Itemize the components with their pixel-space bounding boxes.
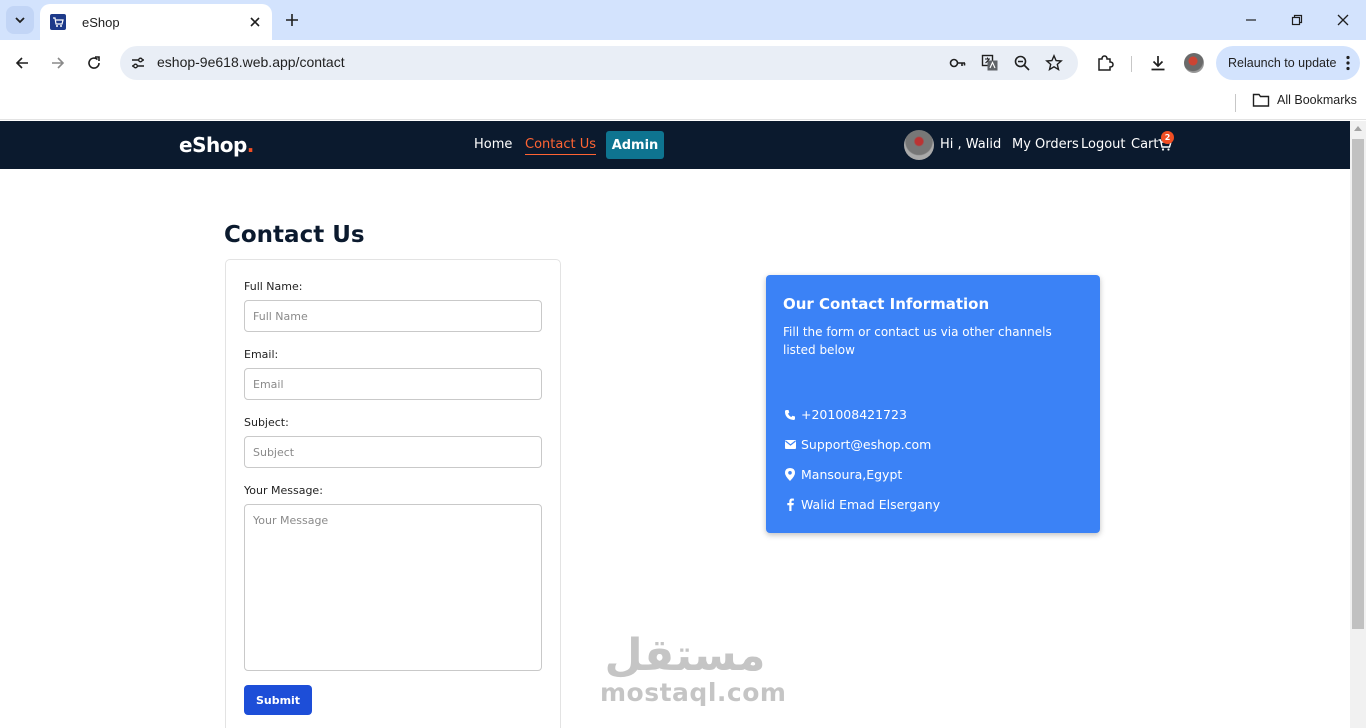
reload-icon[interactable] — [81, 50, 107, 76]
tab-title: eShop — [82, 14, 120, 30]
nav-my-orders[interactable]: My Orders — [1012, 137, 1079, 152]
bookmarks-divider — [1235, 94, 1236, 112]
mail-icon — [783, 438, 797, 452]
zoom-icon[interactable] — [1012, 53, 1032, 73]
browser-tab[interactable]: eShop — [40, 4, 272, 40]
bookmarks-bar: All Bookmarks — [0, 86, 1366, 120]
close-icon[interactable] — [246, 13, 264, 31]
facebook-icon — [783, 498, 797, 512]
facebook-text: Walid Emad Elsergany — [801, 497, 941, 512]
nav-contact[interactable]: Contact Us — [525, 137, 596, 155]
admin-button[interactable]: Admin — [606, 131, 664, 159]
plus-icon[interactable] — [282, 10, 302, 30]
address-bar[interactable]: eshop-9e618.web.app/contact — [120, 46, 1078, 80]
tab-search-button[interactable] — [6, 6, 34, 34]
tab-strip: eShop — [0, 0, 1366, 40]
relaunch-button[interactable]: Relaunch to update — [1216, 46, 1360, 80]
favicon-cart-icon — [50, 14, 66, 30]
star-icon[interactable] — [1044, 53, 1064, 73]
translate-icon[interactable] — [980, 53, 1000, 73]
relaunch-label: Relaunch to update — [1228, 56, 1337, 70]
facebook-row: Walid Emad Elsergany — [783, 497, 940, 512]
phone-row: +201008421723 — [783, 407, 907, 422]
minimize-icon[interactable] — [1241, 10, 1261, 30]
logo-dot: . — [246, 133, 255, 157]
nav-home[interactable]: Home — [474, 137, 512, 152]
user-greeting: Hi , Walid — [940, 137, 1002, 152]
phone-icon — [783, 408, 797, 422]
location-text: Mansoura,Egypt — [801, 467, 903, 482]
email-input[interactable] — [244, 368, 542, 400]
location-row: Mansoura,Egypt — [783, 467, 902, 482]
site-info-icon[interactable] — [128, 53, 148, 73]
restore-icon[interactable] — [1287, 10, 1307, 30]
contact-info-subtitle: Fill the form or contact us via other ch… — [783, 325, 1052, 357]
all-bookmarks-button[interactable]: All Bookmarks — [1252, 92, 1357, 108]
scroll-up-arrow[interactable] — [1354, 126, 1362, 131]
site-logo[interactable]: eShop. — [179, 133, 254, 157]
browser-toolbar: eshop-9e618.web.app/contact Relaunch to … — [0, 40, 1366, 86]
user-avatar — [904, 130, 934, 160]
nav-logout[interactable]: Logout — [1081, 137, 1126, 152]
key-icon[interactable] — [948, 53, 968, 73]
location-icon — [783, 468, 797, 482]
submit-button[interactable]: Submit — [244, 685, 312, 715]
folder-icon — [1252, 93, 1270, 107]
extensions-icon[interactable] — [1094, 52, 1116, 74]
url-text[interactable]: eshop-9e618.web.app/contact — [157, 54, 345, 70]
site-header: eShop. Home Contact Us Admin Hi , Walid … — [0, 121, 1350, 169]
contact-info-card: Our Contact Information Fill the form or… — [766, 275, 1100, 533]
back-icon[interactable] — [9, 50, 35, 76]
subject-label: Subject: — [244, 416, 289, 429]
download-icon[interactable] — [1147, 52, 1169, 74]
page-title: Contact Us — [224, 222, 365, 248]
page-viewport: eShop. Home Contact Us Admin Hi , Walid … — [0, 121, 1350, 728]
email-text: Support@eshop.com — [801, 437, 932, 452]
email-row: Support@eshop.com — [783, 437, 931, 452]
message-label: Your Message: — [244, 484, 323, 497]
watermark-arabic: مستقل — [604, 630, 766, 681]
page-scrollbar[interactable] — [1350, 121, 1366, 728]
logo-text: eShop — [179, 133, 247, 157]
full-name-input[interactable] — [244, 300, 542, 332]
cart-count-badge: 2 — [1161, 131, 1174, 144]
full-name-label: Full Name: — [244, 280, 303, 293]
window-close-icon[interactable] — [1333, 10, 1353, 30]
watermark: مستقل mostaql.com — [600, 630, 787, 707]
more-menu-icon — [1346, 55, 1350, 74]
scroll-thumb[interactable] — [1352, 139, 1364, 629]
phone-text: +201008421723 — [801, 407, 907, 422]
profile-avatar[interactable] — [1184, 53, 1204, 73]
all-bookmarks-label: All Bookmarks — [1277, 93, 1357, 107]
nav-cart[interactable]: Cart — [1131, 137, 1159, 152]
chevron-down-icon — [15, 17, 25, 24]
contact-info-title: Our Contact Information — [783, 295, 990, 313]
subject-input[interactable] — [244, 436, 542, 468]
email-label: Email: — [244, 348, 279, 361]
toolbar-divider — [1131, 56, 1132, 72]
contact-form: Full Name: Email: Subject: Your Message:… — [225, 259, 561, 728]
watermark-latin: mostaql.com — [600, 678, 787, 707]
forward-icon[interactable] — [45, 50, 71, 76]
message-textarea[interactable] — [244, 504, 542, 671]
